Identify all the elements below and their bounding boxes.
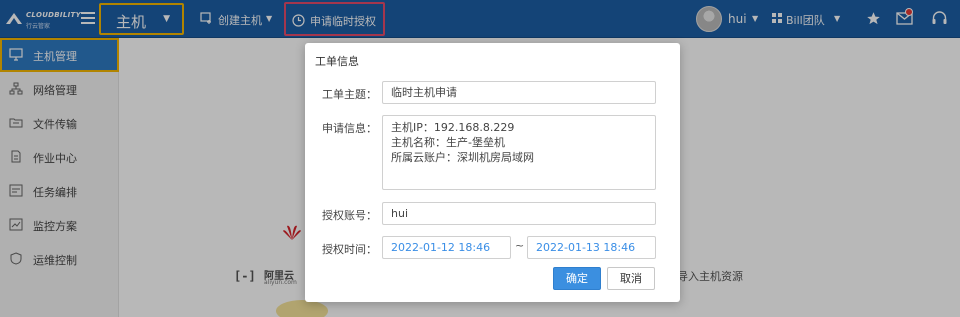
auth-time-label: 授权时间： [322, 243, 377, 256]
request-info-line: 主机IP：192.168.8.229 [391, 121, 515, 134]
start-time-field[interactable]: 2022-01-12 18:46 [382, 236, 511, 259]
ticket-info-dialog: 工单信息 工单主题： 临时主机申请 申请信息： 主机IP：192.168.8.2… [305, 43, 680, 302]
request-info-textarea[interactable]: 主机IP：192.168.8.229 主机名称：生产-堡垒机 所属云账户：深圳机… [382, 115, 656, 190]
request-info-label: 申请信息： [322, 122, 377, 135]
request-info-line: 主机名称：生产-堡垒机 [391, 136, 505, 149]
subject-label: 工单主题： [322, 88, 377, 101]
auth-account-field[interactable]: hui [382, 202, 656, 225]
confirm-button[interactable]: 确定 [553, 267, 601, 290]
account-label: 授权账号： [322, 209, 377, 222]
cancel-button[interactable]: 取消 [607, 267, 655, 290]
request-info-line: 所属云账户：深圳机房局域网 [391, 151, 534, 164]
date-range-separator: ~ [515, 239, 525, 252]
end-time-field[interactable]: 2022-01-13 18:46 [527, 236, 656, 259]
subject-field[interactable]: 临时主机申请 [382, 81, 656, 104]
dialog-title: 工单信息 [315, 55, 359, 68]
